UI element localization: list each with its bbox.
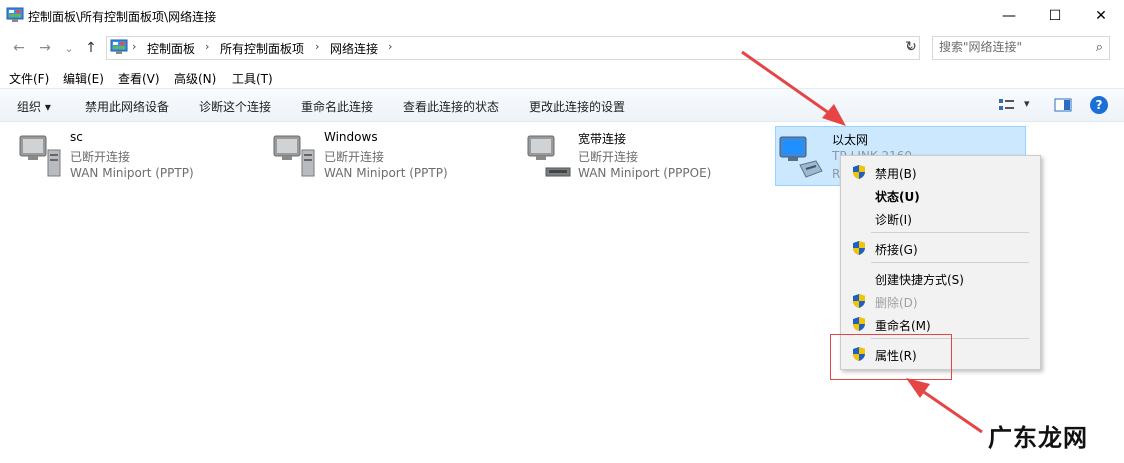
help-icon[interactable]: ? — [1090, 96, 1108, 114]
search-icon[interactable]: ⌕ — [1096, 40, 1103, 55]
ctx-diagnose[interactable]: 诊断(I) — [841, 207, 1040, 229]
refresh-icon[interactable]: ↻ — [902, 36, 920, 58]
menu-file[interactable]: 文件(F) — [9, 70, 49, 87]
menu-advanced[interactable]: 高级(N) — [174, 70, 216, 87]
breadcrumb-all-items[interactable]: 所有控制面板项 — [220, 40, 304, 57]
ctx-separator — [871, 262, 1029, 263]
uac-shield-icon — [853, 317, 865, 331]
ctx-disable[interactable]: 禁用(B) — [841, 161, 1040, 183]
ctx-label: 桥接(G) — [875, 243, 918, 257]
close-button[interactable]: ✕ — [1078, 0, 1124, 32]
ctx-bridge[interactable]: 桥接(G) — [841, 237, 1040, 259]
diagnose-button[interactable]: 诊断这个连接 — [199, 98, 271, 115]
ctx-label: 状态(U) — [875, 190, 920, 204]
watermark: 广东龙网 — [988, 424, 1088, 452]
annotation-highlight-box — [830, 334, 952, 380]
preview-pane-icon[interactable] — [1054, 97, 1072, 113]
breadcrumb-network-connections[interactable]: 网络连接 — [330, 40, 378, 57]
disable-device-button[interactable]: 禁用此网络设备 — [85, 98, 169, 115]
connection-name: sc — [70, 130, 83, 144]
command-toolbar: 组织 ▾ 禁用此网络设备 诊断这个连接 重命名此连接 查看此连接的状态 更改此连… — [0, 88, 1124, 122]
title-bar: 控制面板\所有控制面板项\网络连接 — ☐ ✕ — [0, 0, 1124, 32]
view-dropdown-icon[interactable]: ▾ — [1024, 97, 1030, 110]
connection-device: WAN Miniport (PPPOE) — [578, 166, 712, 180]
breadcrumb-separator: › — [388, 40, 393, 53]
rename-button[interactable]: 重命名此连接 — [301, 98, 373, 115]
control-panel-icon — [6, 7, 24, 22]
connection-name: 以太网 — [832, 133, 869, 147]
menu-bar: 文件(F) 编辑(E) 查看(V) 高级(N) 工具(T) — [0, 66, 1124, 88]
connection-status: 已断开连接 — [70, 150, 131, 164]
dialup-connection-icon — [273, 135, 315, 177]
organize-button[interactable]: 组织 ▾ — [17, 98, 51, 115]
dialup-connection-icon — [19, 135, 61, 177]
maximize-button[interactable]: ☐ — [1032, 0, 1078, 32]
ctx-label: 创建快捷方式(S) — [875, 273, 964, 287]
ctx-label: 删除(D) — [875, 296, 918, 310]
minimize-button[interactable]: — — [986, 0, 1032, 32]
breadcrumb-separator: › — [132, 40, 137, 53]
ctx-rename[interactable]: 重命名(M) — [841, 313, 1040, 335]
connection-item[interactable]: Windows 已断开连接 WAN Miniport (PPTP) — [270, 126, 490, 186]
broadband-connection-icon — [527, 135, 571, 177]
menu-tools[interactable]: 工具(T) — [232, 70, 273, 87]
ctx-delete: 删除(D) — [841, 290, 1040, 312]
connection-device: WAN Miniport (PPTP) — [70, 166, 194, 180]
control-panel-icon — [110, 39, 128, 54]
window-title: 控制面板\所有控制面板项\网络连接 — [28, 10, 217, 24]
menu-edit[interactable]: 编辑(E) — [63, 70, 104, 87]
breadcrumb-separator: › — [205, 40, 210, 53]
uac-shield-icon — [853, 165, 865, 179]
connection-status: 已断开连接 — [578, 150, 639, 164]
breadcrumb-separator: › — [315, 40, 320, 53]
change-settings-button[interactable]: 更改此连接的设置 — [529, 98, 625, 115]
connection-name: Windows — [324, 130, 378, 144]
search-input[interactable] — [939, 40, 1079, 54]
forward-arrow-icon[interactable]: → — [34, 38, 56, 58]
uac-shield-icon — [853, 241, 865, 255]
recent-locations-icon[interactable]: ⌄ — [58, 38, 80, 58]
ctx-label: 禁用(B) — [875, 167, 917, 181]
uac-shield-icon — [853, 294, 865, 308]
ethernet-connection-icon — [779, 136, 823, 178]
breadcrumb-control-panel[interactable]: 控制面板 — [147, 40, 195, 57]
ctx-create-shortcut[interactable]: 创建快捷方式(S) — [841, 267, 1040, 289]
search-box[interactable]: ⌕ — [932, 36, 1110, 60]
view-status-button[interactable]: 查看此连接的状态 — [403, 98, 499, 115]
address-bar[interactable]: › 控制面板 › 所有控制面板项 › 网络连接 › ⌄ — [106, 36, 920, 60]
connection-status: 已断开连接 — [324, 150, 385, 164]
up-arrow-icon[interactable]: ↑ — [80, 38, 102, 58]
ctx-label: 重命名(M) — [875, 319, 931, 333]
back-arrow-icon[interactable]: ← — [8, 38, 30, 58]
ctx-label: 诊断(I) — [875, 213, 912, 227]
connection-item[interactable]: 宽带连接 已断开连接 WAN Miniport (PPPOE) — [524, 126, 744, 186]
connection-item[interactable]: sc 已断开连接 WAN Miniport (PPTP) — [16, 126, 236, 186]
ctx-separator — [871, 232, 1029, 233]
menu-view[interactable]: 查看(V) — [118, 70, 160, 87]
ctx-status[interactable]: 状态(U) — [841, 184, 1040, 206]
connection-device: WAN Miniport (PPTP) — [324, 166, 448, 180]
change-view-icon[interactable] — [998, 97, 1016, 113]
connection-name: 宽带连接 — [578, 132, 627, 146]
